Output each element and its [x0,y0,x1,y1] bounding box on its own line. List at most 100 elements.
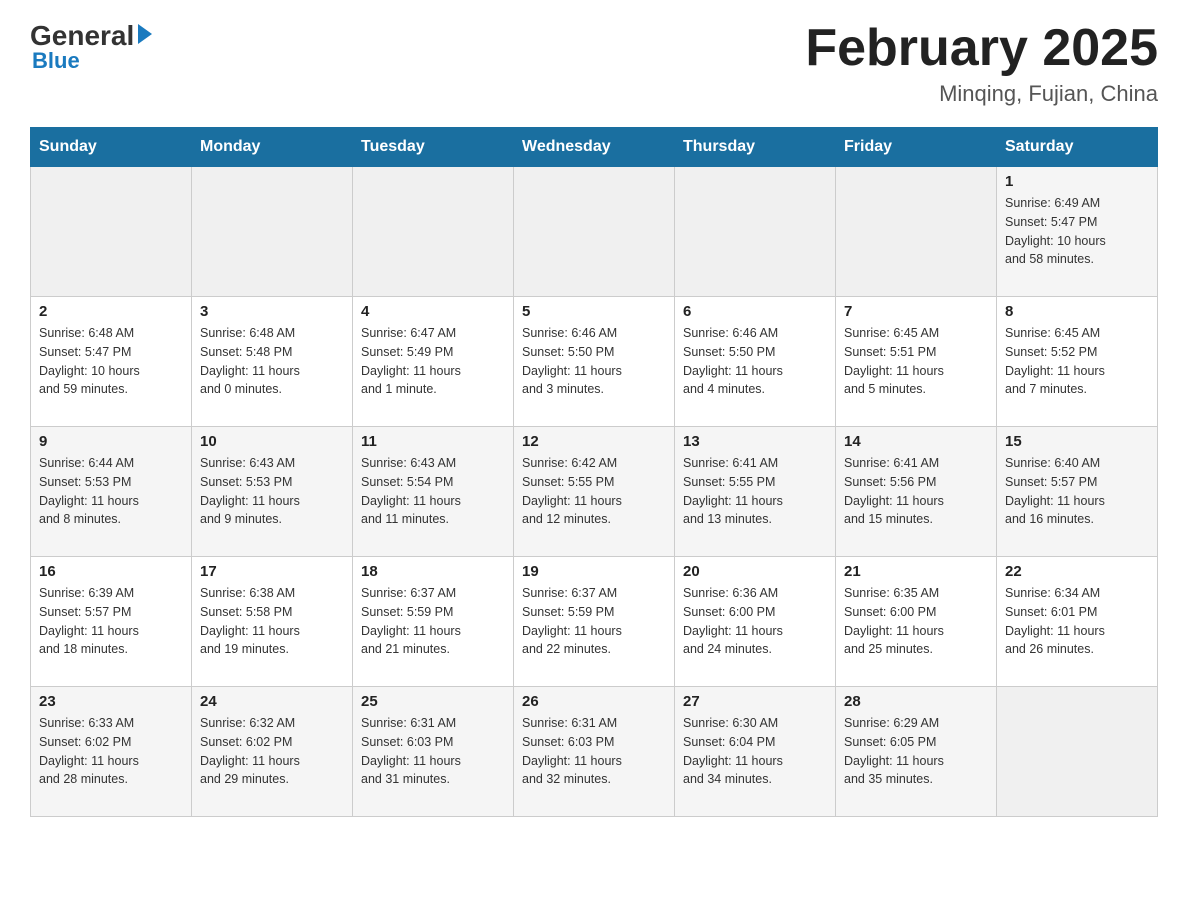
day-info: Sunrise: 6:31 AM Sunset: 6:03 PM Dayligh… [522,714,666,789]
calendar-cell: 21 Sunrise: 6:35 AM Sunset: 6:00 PM Dayli… [836,557,997,687]
weekday-header-wednesday: Wednesday [514,128,675,167]
calendar-cell: 20 Sunrise: 6:36 AM Sunset: 6:00 PM Dayli… [675,557,836,687]
day-info: Sunrise: 6:34 AM Sunset: 6:01 PM Dayligh… [1005,584,1149,659]
day-info: Sunrise: 6:32 AM Sunset: 6:02 PM Dayligh… [200,714,344,789]
day-info: Sunrise: 6:47 AM Sunset: 5:49 PM Dayligh… [361,324,505,399]
day-number: 9 [39,433,183,450]
day-number: 26 [522,693,666,710]
calendar-row: 16 Sunrise: 6:39 AM Sunset: 5:57 PM Dayli… [31,557,1158,687]
day-number: 5 [522,303,666,320]
day-info: Sunrise: 6:35 AM Sunset: 6:00 PM Dayligh… [844,584,988,659]
day-info: Sunrise: 6:33 AM Sunset: 6:02 PM Dayligh… [39,714,183,789]
calendar-cell [997,687,1158,817]
day-info: Sunrise: 6:36 AM Sunset: 6:00 PM Dayligh… [683,584,827,659]
calendar-row: 9 Sunrise: 6:44 AM Sunset: 5:53 PM Daylig… [31,427,1158,557]
day-info: Sunrise: 6:39 AM Sunset: 5:57 PM Dayligh… [39,584,183,659]
calendar-cell [353,167,514,297]
logo-arrow-icon [138,24,152,44]
title-block: February 2025 Minqing, Fujian, China [805,20,1158,107]
day-number: 28 [844,693,988,710]
day-number: 20 [683,563,827,580]
day-number: 6 [683,303,827,320]
day-number: 17 [200,563,344,580]
calendar-cell: 16 Sunrise: 6:39 AM Sunset: 5:57 PM Dayli… [31,557,192,687]
day-number: 3 [200,303,344,320]
calendar-cell: 27 Sunrise: 6:30 AM Sunset: 6:04 PM Dayli… [675,687,836,817]
calendar-cell [675,167,836,297]
day-info: Sunrise: 6:48 AM Sunset: 5:47 PM Dayligh… [39,324,183,399]
calendar-cell: 8 Sunrise: 6:45 AM Sunset: 5:52 PM Daylig… [997,297,1158,427]
day-info: Sunrise: 6:45 AM Sunset: 5:51 PM Dayligh… [844,324,988,399]
calendar-cell: 13Sunrise: 6:41 AM Sunset: 5:55 PM Dayli… [675,427,836,557]
calendar-cell: 4 Sunrise: 6:47 AM Sunset: 5:49 PM Daylig… [353,297,514,427]
day-number: 13 [683,433,827,450]
location: Minqing, Fujian, China [805,81,1158,107]
calendar-cell: 17 Sunrise: 6:38 AM Sunset: 5:58 PM Dayli… [192,557,353,687]
day-info: Sunrise: 6:42 AM Sunset: 5:55 PM Dayligh… [522,454,666,529]
day-number: 7 [844,303,988,320]
day-number: 21 [844,563,988,580]
month-title: February 2025 [805,20,1158,77]
calendar-row: 2Sunrise: 6:48 AM Sunset: 5:47 PM Daylig… [31,297,1158,427]
day-number: 22 [1005,563,1149,580]
day-info: Sunrise: 6:29 AM Sunset: 6:05 PM Dayligh… [844,714,988,789]
day-info: Sunrise: 6:43 AM Sunset: 5:54 PM Dayligh… [361,454,505,529]
calendar-cell: 6 Sunrise: 6:46 AM Sunset: 5:50 PM Daylig… [675,297,836,427]
day-info: Sunrise: 6:37 AM Sunset: 5:59 PM Dayligh… [361,584,505,659]
logo: General Blue [30,20,152,74]
day-info: Sunrise: 6:46 AM Sunset: 5:50 PM Dayligh… [522,324,666,399]
weekday-header-thursday: Thursday [675,128,836,167]
calendar-cell: 9 Sunrise: 6:44 AM Sunset: 5:53 PM Daylig… [31,427,192,557]
day-number: 14 [844,433,988,450]
calendar-cell: 28 Sunrise: 6:29 AM Sunset: 6:05 PM Dayli… [836,687,997,817]
day-number: 19 [522,563,666,580]
calendar-cell: 19 Sunrise: 6:37 AM Sunset: 5:59 PM Dayli… [514,557,675,687]
day-number: 16 [39,563,183,580]
calendar-cell: 22 Sunrise: 6:34 AM Sunset: 6:01 PM Dayli… [997,557,1158,687]
logo-blue-text: Blue [32,48,80,74]
calendar-cell: 15Sunrise: 6:40 AM Sunset: 5:57 PM Dayli… [997,427,1158,557]
calendar-cell: 24 Sunrise: 6:32 AM Sunset: 6:02 PM Dayli… [192,687,353,817]
day-number: 8 [1005,303,1149,320]
day-info: Sunrise: 6:30 AM Sunset: 6:04 PM Dayligh… [683,714,827,789]
weekday-header-monday: Monday [192,128,353,167]
calendar-cell: 7 Sunrise: 6:45 AM Sunset: 5:51 PM Daylig… [836,297,997,427]
calendar-table: SundayMondayTuesdayWednesdayThursdayFrid… [30,127,1158,817]
calendar-cell [192,167,353,297]
calendar-cell: 1Sunrise: 6:49 AM Sunset: 5:47 PM Daylig… [997,167,1158,297]
day-info: Sunrise: 6:40 AM Sunset: 5:57 PM Dayligh… [1005,454,1149,529]
day-number: 27 [683,693,827,710]
calendar-cell: 25Sunrise: 6:31 AM Sunset: 6:03 PM Dayli… [353,687,514,817]
day-number: 4 [361,303,505,320]
calendar-cell: 23 Sunrise: 6:33 AM Sunset: 6:02 PM Dayli… [31,687,192,817]
page-header: General Blue February 2025 Minqing, Fuji… [30,20,1158,107]
calendar-cell [31,167,192,297]
day-number: 25 [361,693,505,710]
day-number: 1 [1005,173,1149,190]
day-number: 23 [39,693,183,710]
weekday-header-row: SundayMondayTuesdayWednesdayThursdayFrid… [31,128,1158,167]
weekday-header-saturday: Saturday [997,128,1158,167]
calendar-row: 23 Sunrise: 6:33 AM Sunset: 6:02 PM Dayli… [31,687,1158,817]
calendar-cell [514,167,675,297]
day-info: Sunrise: 6:38 AM Sunset: 5:58 PM Dayligh… [200,584,344,659]
calendar-cell: 14 Sunrise: 6:41 AM Sunset: 5:56 PM Dayli… [836,427,997,557]
day-info: Sunrise: 6:46 AM Sunset: 5:50 PM Dayligh… [683,324,827,399]
calendar-cell: 2Sunrise: 6:48 AM Sunset: 5:47 PM Daylig… [31,297,192,427]
day-info: Sunrise: 6:48 AM Sunset: 5:48 PM Dayligh… [200,324,344,399]
weekday-header-sunday: Sunday [31,128,192,167]
day-info: Sunrise: 6:44 AM Sunset: 5:53 PM Dayligh… [39,454,183,529]
calendar-cell [836,167,997,297]
day-info: Sunrise: 6:37 AM Sunset: 5:59 PM Dayligh… [522,584,666,659]
calendar-row: 1Sunrise: 6:49 AM Sunset: 5:47 PM Daylig… [31,167,1158,297]
calendar-cell: 3 Sunrise: 6:48 AM Sunset: 5:48 PM Daylig… [192,297,353,427]
day-number: 10 [200,433,344,450]
calendar-cell: 26 Sunrise: 6:31 AM Sunset: 6:03 PM Dayli… [514,687,675,817]
weekday-header-friday: Friday [836,128,997,167]
day-info: Sunrise: 6:41 AM Sunset: 5:56 PM Dayligh… [844,454,988,529]
day-number: 11 [361,433,505,450]
day-info: Sunrise: 6:45 AM Sunset: 5:52 PM Dayligh… [1005,324,1149,399]
calendar-cell: 5 Sunrise: 6:46 AM Sunset: 5:50 PM Daylig… [514,297,675,427]
day-number: 24 [200,693,344,710]
calendar-cell: 18Sunrise: 6:37 AM Sunset: 5:59 PM Dayli… [353,557,514,687]
